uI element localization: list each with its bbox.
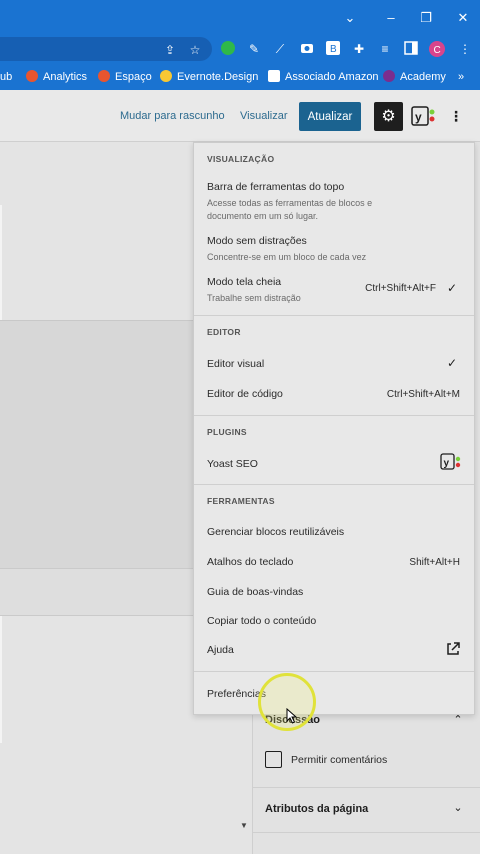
options-kebab-icon[interactable]: ⋮ (449, 106, 463, 126)
allow-comments-checkbox[interactable] (265, 751, 282, 768)
profile-avatar[interactable]: C (429, 41, 445, 57)
bookmark-label: Academy (400, 71, 446, 83)
evernote-icon (160, 70, 172, 82)
bookmark-item[interactable]: Academy (383, 69, 446, 85)
editor-header: Mudar para rascunho Visualizar Atualizar… (0, 90, 480, 142)
bookmark-label: Associado Amazon (285, 71, 379, 83)
settings-gear-icon[interactable]: ⚙ (374, 102, 403, 131)
menu-item-description: Trabalhe sem distração (207, 293, 301, 303)
menu-group-title: PLUGINS (207, 427, 247, 437)
tab-search-chevron-icon[interactable]: ⌄ (340, 8, 360, 28)
svg-text:C: C (434, 45, 441, 56)
shortcut-label: Shift+Alt+H (409, 557, 460, 568)
close-icon[interactable]: ✕ (453, 8, 473, 28)
check-icon: ✓ (446, 356, 457, 370)
external-link-icon (445, 641, 461, 660)
bookmark-item[interactable]: ub (0, 69, 12, 85)
update-button[interactable]: Atualizar (299, 102, 361, 131)
more-bookmarks-button[interactable]: » (458, 69, 464, 85)
yoast-icon[interactable]: y (411, 105, 437, 127)
bookmark-label: Espaço (115, 71, 152, 83)
check-icon: ✓ (446, 281, 457, 295)
preview-button[interactable]: Visualizar (240, 110, 288, 122)
svg-text:y: y (444, 458, 450, 469)
browser-titlebar: ⌄ – ❐ ✕ (0, 0, 480, 36)
menu-item-manage-reusable-blocks[interactable]: Gerenciar blocos reutilizáveis (207, 526, 344, 538)
side-panel-icon[interactable] (403, 41, 419, 57)
yoast-icon: y (440, 453, 462, 474)
menu-divider (194, 415, 474, 416)
menu-item-copy-all-content[interactable]: Copiar todo o conteúdo (207, 615, 316, 627)
svg-text:y: y (415, 110, 422, 124)
bookmark-star-icon[interactable]: ☆ (187, 42, 203, 58)
bookmark-label: Evernote.Design (177, 71, 259, 83)
switch-to-draft-button[interactable]: Mudar para rascunho (120, 110, 225, 122)
chevron-down-icon[interactable]: ⌄ (452, 801, 464, 814)
analytics-flame-icon (26, 70, 38, 82)
menu-group-title: VISUALIZAÇÃO (207, 154, 275, 164)
block-editor: Mudar para rascunho Visualizar Atualizar… (0, 90, 480, 854)
menu-group-title: EDITOR (207, 327, 241, 337)
reading-list-icon[interactable]: ≡ (377, 41, 393, 57)
menu-divider (194, 484, 474, 485)
bookmark-item[interactable]: Espaço (98, 69, 152, 85)
bookmark-item[interactable]: Evernote.Design (160, 69, 258, 85)
bookmark-label: ub (0, 71, 13, 83)
browser-toolbar: ⇪ ☆ ✎ ⟋ B ✚ ≡ C ⋮ (0, 36, 480, 62)
menu-item-code-editor[interactable]: Editor de código (207, 388, 283, 400)
menu-item-distraction-free[interactable]: Modo sem distrações (207, 235, 307, 247)
share-icon[interactable]: ⇪ (162, 42, 178, 58)
menu-item-top-toolbar[interactable]: Barra de ferramentas do topo (207, 181, 344, 193)
menu-item-description: Concentre-se em um bloco de cada vez (207, 252, 367, 262)
bookmarks-bar: ub Analytics Espaço Evernote.Design Asso… (0, 62, 480, 90)
menu-divider (194, 315, 474, 316)
extension-pen-icon[interactable]: ✎ (246, 41, 262, 57)
menu-item-preferences[interactable]: Preferências (207, 688, 266, 700)
extension-brush-icon[interactable]: ⟋ (272, 41, 288, 57)
amazon-icon (268, 70, 280, 82)
minimize-icon[interactable]: – (381, 8, 401, 28)
extension-green-icon[interactable] (220, 41, 236, 57)
restore-icon[interactable]: ❐ (416, 8, 436, 28)
options-dropdown-menu: VISUALIZAÇÃO Barra de ferramentas do top… (193, 142, 475, 715)
divider (252, 787, 480, 788)
menu-item-keyboard-shortcuts[interactable]: Atalhos do teclado (207, 556, 293, 568)
extension-camera-icon[interactable] (299, 41, 315, 57)
menu-item-help[interactable]: Ajuda (207, 644, 234, 656)
menu-group-title: FERRAMENTAS (207, 496, 275, 506)
scroll-down-arrow-icon[interactable]: ▼ (238, 821, 250, 833)
page-attributes-panel-title[interactable]: Atributos da página (265, 803, 368, 815)
address-bar[interactable]: ⇪ ☆ (0, 37, 212, 61)
menu-item-visual-editor[interactable]: Editor visual (207, 358, 264, 370)
academy-icon (383, 70, 395, 82)
menu-item-yoast-seo[interactable]: Yoast SEO (207, 458, 258, 470)
shortcut-label: Ctrl+Shift+Alt+F (365, 283, 436, 294)
browser-menu-kebab-icon[interactable]: ⋮ (457, 41, 473, 57)
menu-item-fullscreen[interactable]: Modo tela cheia (207, 276, 281, 288)
menu-item-description: Acesse todas as ferramentas de blocos e … (207, 198, 373, 221)
menu-item-welcome-guide[interactable]: Guia de boas-vindas (207, 586, 303, 598)
flame-icon (98, 70, 110, 82)
menu-divider (194, 671, 474, 672)
shortcut-label: Ctrl+Shift+Alt+M (386, 389, 460, 400)
extensions-puzzle-icon[interactable]: ✚ (351, 41, 367, 57)
mouse-pointer-icon (286, 707, 298, 724)
bookmark-label: Analytics (43, 71, 88, 83)
bookmark-item[interactable]: Analytics (26, 69, 87, 85)
extension-b-icon[interactable]: B (325, 41, 341, 57)
divider (252, 832, 480, 833)
bookmark-item[interactable]: Associado Amazon (268, 69, 379, 85)
svg-text:B: B (330, 44, 337, 55)
allow-comments-label: Permitir comentários (291, 754, 388, 766)
